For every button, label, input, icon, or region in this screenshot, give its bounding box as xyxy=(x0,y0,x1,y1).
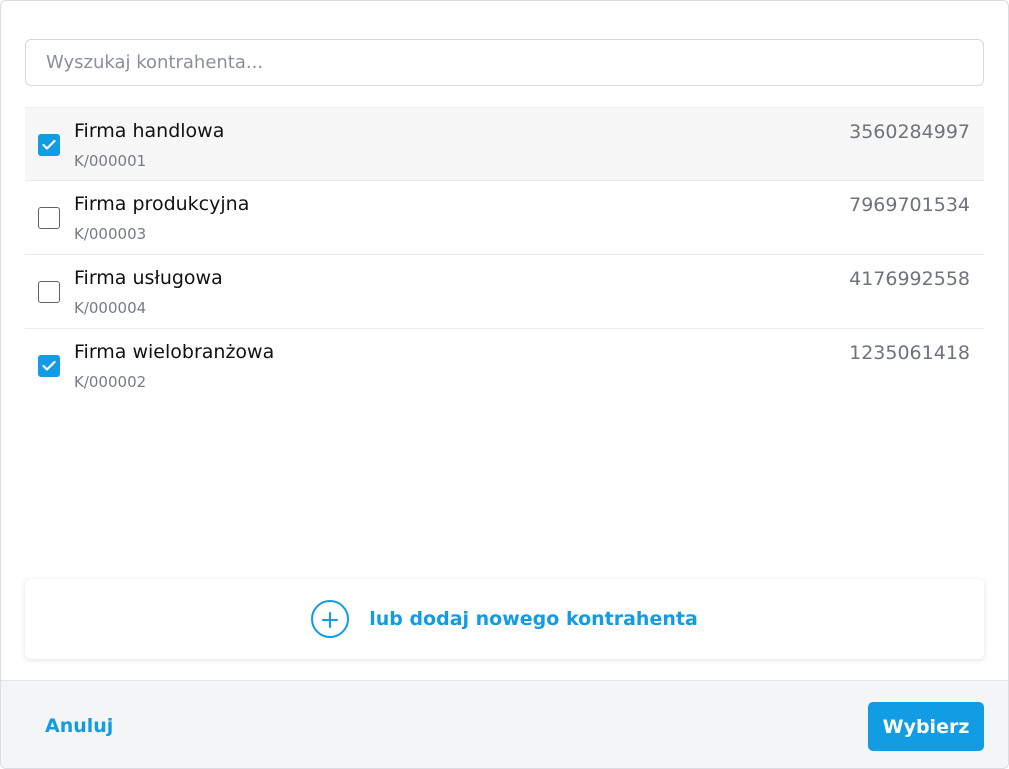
contractor-name: Firma usługowa xyxy=(74,267,223,289)
contractor-name: Firma produkcyjna xyxy=(74,193,250,215)
contractor-code: K/000002 xyxy=(74,373,147,391)
search-wrapper xyxy=(25,39,984,86)
contractor-row[interactable]: Firma wielobranżowa K/000002 1235061418 xyxy=(25,329,984,403)
contractor-nip: 4176992558 xyxy=(849,268,970,290)
contractor-code: K/000004 xyxy=(74,299,147,317)
contractor-row[interactable]: Firma usługowa K/000004 4176992558 xyxy=(25,255,984,329)
select-button[interactable]: Wybierz xyxy=(868,702,984,751)
contractor-list: Firma handlowa K/000001 3560284997 Firma… xyxy=(25,107,984,403)
checkbox-unchecked-icon[interactable] xyxy=(38,281,60,303)
contractor-name: Firma handlowa xyxy=(74,120,225,142)
add-contractor-button[interactable]: lub dodaj nowego kontrahenta xyxy=(25,579,984,659)
add-contractor-label: lub dodaj nowego kontrahenta xyxy=(369,608,698,630)
contractor-nip: 1235061418 xyxy=(849,342,970,364)
contractor-row[interactable]: Firma produkcyjna K/000003 7969701534 xyxy=(25,181,984,255)
contractor-row[interactable]: Firma handlowa K/000001 3560284997 xyxy=(25,107,984,181)
search-input[interactable] xyxy=(25,39,984,86)
checkbox-checked-icon[interactable] xyxy=(38,355,60,377)
contractor-code: K/000003 xyxy=(74,225,147,243)
checkbox-unchecked-icon[interactable] xyxy=(38,207,60,229)
contractor-nip: 7969701534 xyxy=(849,194,970,216)
plus-circle-icon xyxy=(311,600,350,638)
contractor-code: K/000001 xyxy=(74,152,147,170)
contractor-nip: 3560284997 xyxy=(849,121,970,143)
cancel-button[interactable]: Anuluj xyxy=(45,715,113,737)
select-contractor-dialog: Firma handlowa K/000001 3560284997 Firma… xyxy=(0,0,1009,769)
dialog-footer: Anuluj Wybierz xyxy=(1,680,1008,768)
contractor-name: Firma wielobranżowa xyxy=(74,341,275,363)
checkbox-checked-icon[interactable] xyxy=(38,134,60,156)
